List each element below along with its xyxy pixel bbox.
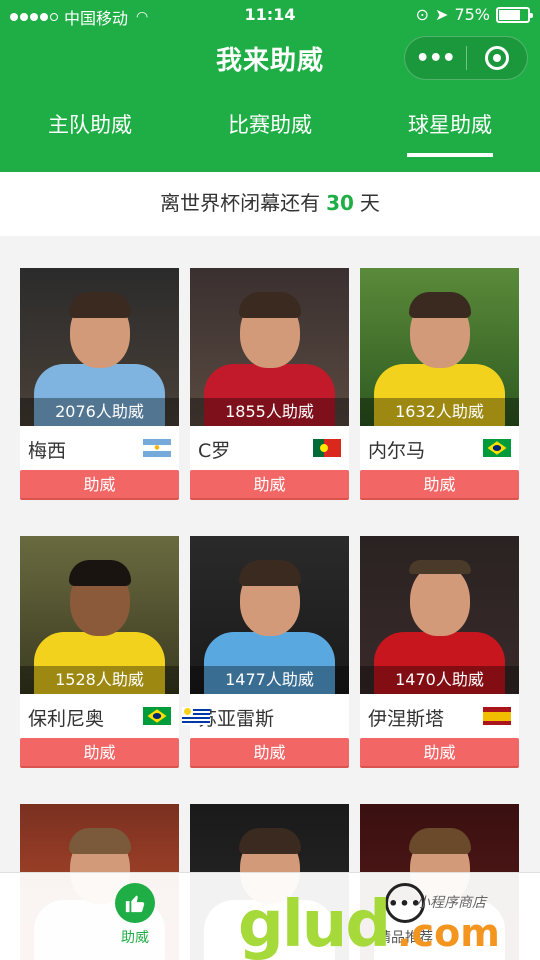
- support-count: 1470人助威: [360, 666, 519, 694]
- support-button[interactable]: 助威: [360, 738, 519, 768]
- support-button[interactable]: 助威: [190, 738, 349, 768]
- uruguay-flag-icon: [182, 707, 210, 725]
- player-photo: 1477人助威: [190, 536, 349, 694]
- player-photo: 1528人助威: [20, 536, 179, 694]
- player-photo: 1632人助威: [360, 268, 519, 426]
- player-card[interactable]: 1528人助威 保利尼奥 助威: [20, 536, 179, 768]
- tab-match-support[interactable]: 比赛助威: [180, 100, 360, 172]
- tab-bar-item-support[interactable]: 助威: [0, 873, 270, 960]
- player-card[interactable]: 1855人助威 C罗 助威: [190, 268, 349, 500]
- player-info: C罗: [190, 426, 349, 470]
- battery-percent: 75%: [454, 5, 490, 24]
- support-count: 2076人助威: [20, 398, 179, 426]
- player-info: 梅西 ●: [20, 426, 179, 470]
- player-photo: 1470人助威: [360, 536, 519, 694]
- support-count: 1528人助威: [20, 666, 179, 694]
- battery-icon: [496, 6, 533, 23]
- category-tabs: 主队助威 比赛助威 球星助威: [0, 100, 540, 172]
- player-name: 伊涅斯塔: [368, 708, 445, 730]
- player-photo: 1855人助威: [190, 268, 349, 426]
- player-card[interactable]: 2076人助威 梅西 ● 助威: [20, 268, 179, 500]
- support-count: 1477人助威: [190, 666, 349, 694]
- status-right: ⊙ ➤ 75%: [415, 5, 533, 24]
- thumbs-up-icon: [115, 883, 155, 923]
- player-info: 苏亚雷斯: [182, 694, 349, 738]
- close-button[interactable]: [466, 46, 527, 70]
- player-name: C罗: [198, 440, 231, 462]
- player-info: 内尔马: [360, 426, 519, 470]
- support-count: 1855人助威: [190, 398, 349, 426]
- orientation-lock-icon: ⊙: [415, 5, 430, 24]
- tab-star-support[interactable]: 球星助威: [360, 100, 540, 172]
- support-count: 1632人助威: [360, 398, 519, 426]
- countdown-prefix: 离世界杯闭幕还有: [160, 191, 321, 215]
- player-photo: 2076人助威: [20, 268, 179, 426]
- tab-team-support[interactable]: 主队助威: [0, 100, 180, 172]
- location-icon: ➤: [435, 5, 449, 24]
- countdown-suffix: 天: [359, 191, 380, 215]
- countdown-banner: 离世界杯闭幕还有 30 天: [0, 172, 540, 236]
- spain-flag-icon: [483, 707, 511, 725]
- support-button[interactable]: 助威: [360, 470, 519, 500]
- tab-bar-label: 精品推荐: [377, 930, 433, 946]
- support-button[interactable]: 助威: [20, 738, 179, 768]
- player-name: 内尔马: [368, 440, 426, 462]
- support-button[interactable]: 助威: [20, 470, 179, 500]
- tab-bar-item-recommend[interactable]: ••• 精品推荐: [270, 873, 540, 960]
- player-card[interactable]: 1632人助威 内尔马 助威: [360, 268, 519, 500]
- player-card[interactable]: 1477人助威 苏亚雷斯 助威: [182, 536, 349, 768]
- player-info: 伊涅斯塔: [360, 694, 519, 738]
- brazil-flag-icon: [143, 707, 171, 725]
- player-name: 保利尼奥: [28, 708, 105, 730]
- status-bar: 中国移动 ◠ 11:14 ⊙ ➤ 75%: [0, 0, 540, 30]
- support-button[interactable]: 助威: [190, 470, 349, 500]
- portugal-flag-icon: [313, 439, 341, 457]
- mini-program-capsule: •••: [404, 36, 528, 80]
- chat-dots-icon: •••: [385, 883, 425, 923]
- brazil-flag-icon: [483, 439, 511, 457]
- tab-bar-label: 助威: [121, 930, 149, 946]
- player-info: 保利尼奥: [20, 694, 179, 738]
- more-icon[interactable]: •••: [405, 46, 466, 71]
- close-ring-icon: [484, 46, 509, 70]
- bottom-tab-bar: 助威 ••• 精品推荐: [0, 872, 540, 960]
- app-header: 中国移动 ◠ 11:14 ⊙ ➤ 75% 我来助威 ••• 主队助威 比赛助威 …: [0, 0, 540, 172]
- countdown-days: 30: [326, 191, 354, 215]
- player-card[interactable]: 1470人助威 伊涅斯塔 助威: [360, 536, 519, 768]
- argentina-flag-icon: ●: [143, 439, 171, 457]
- player-name: 梅西: [28, 440, 67, 462]
